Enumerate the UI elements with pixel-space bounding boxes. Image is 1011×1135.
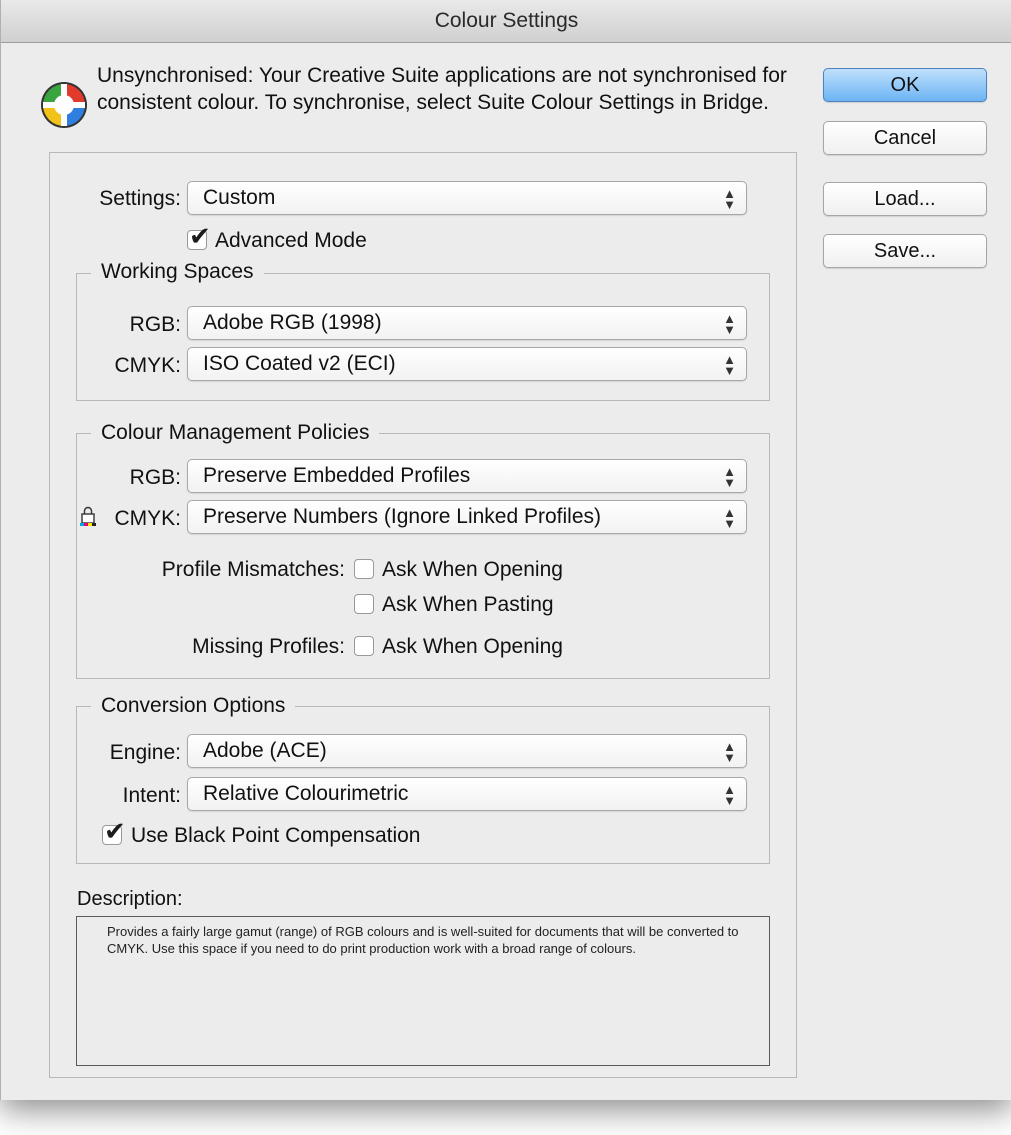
description-label: Description: bbox=[77, 888, 183, 910]
mismatch-ask-opening-label: Ask When Opening bbox=[382, 558, 563, 581]
policies-legend: Colour Management Policies bbox=[91, 421, 380, 445]
conversion-legend: Conversion Options bbox=[91, 694, 296, 718]
working-cmyk-select[interactable]: ISO Coated v2 (ECI) ▲ ▼ bbox=[187, 347, 747, 381]
cancel-button[interactable]: Cancel bbox=[823, 121, 987, 155]
working-rgb-value: Adobe RGB (1998) bbox=[203, 311, 382, 334]
updown-arrows-icon: ▲ ▼ bbox=[723, 311, 736, 337]
intent-value: Relative Colourimetric bbox=[203, 782, 409, 805]
description-text: Provides a fairly large gamut (range) of… bbox=[76, 916, 770, 1066]
ok-button[interactable]: OK bbox=[823, 68, 987, 102]
missing-ask-opening-label: Ask When Opening bbox=[382, 635, 563, 658]
policy-rgb-value: Preserve Embedded Profiles bbox=[203, 464, 471, 487]
black-point-compensation-checkbox[interactable]: ✔ bbox=[102, 818, 126, 845]
advanced-mode-checkbox[interactable]: ✔ bbox=[187, 223, 211, 250]
engine-value: Adobe (ACE) bbox=[203, 739, 327, 762]
settings-select[interactable]: Custom ▲ ▼ bbox=[187, 181, 747, 215]
mismatch-ask-pasting-label: Ask When Pasting bbox=[382, 593, 554, 616]
policy-cmyk-value: Preserve Numbers (Ignore Linked Profiles… bbox=[203, 505, 601, 528]
engine-select[interactable]: Adobe (ACE) ▲ ▼ bbox=[187, 734, 747, 768]
policy-rgb-select[interactable]: Preserve Embedded Profiles ▲ ▼ bbox=[187, 459, 747, 493]
updown-arrows-icon: ▲ ▼ bbox=[723, 505, 736, 531]
policy-cmyk-select[interactable]: Preserve Numbers (Ignore Linked Profiles… bbox=[187, 500, 747, 534]
advanced-mode-label: Advanced Mode bbox=[215, 229, 367, 252]
updown-arrows-icon: ▲ ▼ bbox=[723, 464, 736, 490]
black-point-compensation-label: Use Black Point Compensation bbox=[131, 824, 421, 847]
policy-cmyk-label: CMYK: bbox=[114, 507, 181, 530]
sync-status-message: Unsynchronised: Your Creative Suite appl… bbox=[97, 64, 787, 114]
policy-rgb-label: RGB: bbox=[129, 466, 181, 489]
mismatch-ask-pasting-checkbox[interactable] bbox=[354, 594, 374, 614]
working-cmyk-label: CMYK: bbox=[114, 354, 181, 377]
working-rgb-select[interactable]: Adobe RGB (1998) ▲ ▼ bbox=[187, 306, 747, 340]
checkmark-icon: ✔ bbox=[189, 221, 211, 251]
colour-settings-dialog: Colour Settings Unsynchronised: Your Cre… bbox=[0, 0, 1011, 1100]
working-spaces-legend: Working Spaces bbox=[91, 260, 264, 284]
load-button[interactable]: Load... bbox=[823, 182, 987, 216]
mismatch-ask-opening-checkbox[interactable] bbox=[354, 559, 374, 579]
window-title: Colour Settings bbox=[1, 0, 1011, 43]
missing-ask-opening-checkbox[interactable] bbox=[354, 636, 374, 656]
checkmark-icon: ✔ bbox=[104, 816, 126, 846]
working-cmyk-value: ISO Coated v2 (ECI) bbox=[203, 352, 396, 375]
color-wheel-icon bbox=[41, 82, 87, 128]
settings-value: Custom bbox=[203, 186, 276, 209]
updown-arrows-icon: ▲ ▼ bbox=[723, 352, 736, 378]
updown-arrows-icon: ▲ ▼ bbox=[723, 782, 736, 808]
intent-select[interactable]: Relative Colourimetric ▲ ▼ bbox=[187, 777, 747, 811]
profile-mismatches-label: Profile Mismatches: bbox=[161, 558, 345, 581]
missing-profiles-label: Missing Profiles: bbox=[192, 635, 345, 658]
settings-label: Settings: bbox=[99, 187, 181, 210]
save-button[interactable]: Save... bbox=[823, 234, 987, 268]
engine-label: Engine: bbox=[109, 741, 181, 764]
updown-arrows-icon: ▲ ▼ bbox=[723, 739, 736, 765]
intent-label: Intent: bbox=[122, 784, 181, 807]
updown-arrows-icon: ▲ ▼ bbox=[723, 186, 736, 212]
working-rgb-label: RGB: bbox=[129, 313, 181, 336]
